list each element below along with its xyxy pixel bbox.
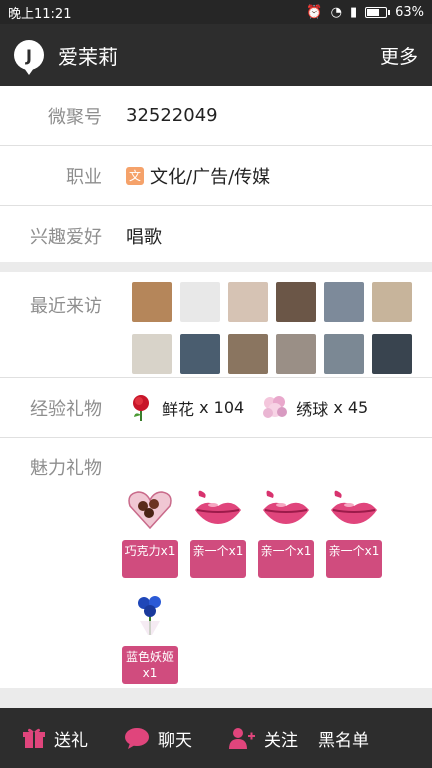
hobby-label: 兴趣爱好 (30, 227, 102, 248)
gift-rose: 鲜花 x 104 (126, 393, 244, 423)
id-value: 32522049 (126, 105, 218, 126)
visitor-avatar[interactable] (372, 282, 412, 322)
visitor-avatar[interactable] (180, 282, 220, 322)
charm-gift-item: 巧克力x1 (122, 484, 178, 578)
hobby-value: 唱歌 (126, 227, 162, 248)
hydrangea-icon (263, 395, 288, 418)
hobby-row: 兴趣爱好 唱歌 (0, 206, 432, 266)
more-button[interactable]: 更多 (380, 42, 418, 69)
job-row: 职业 文 文化/广告/传媒 (0, 146, 432, 206)
blacklist-label: 黑名单 (318, 730, 369, 751)
charm-gift-label: 亲一个x1 (326, 540, 382, 578)
hydrangea-count: x 45 (333, 398, 369, 417)
charm-gift-label: 巧克力x1 (122, 540, 178, 578)
charm-gifts-label: 魅力礼物 (30, 458, 102, 479)
page-title: 爱茉莉 (58, 44, 118, 69)
charm-gift-item: 亲一个x1 (190, 484, 246, 578)
rose-icon (133, 394, 149, 421)
status-bar: 晚上11:21 ⏰ ◔ ▮ 63% (0, 0, 432, 24)
charm-gifts-row: 魅力礼物 巧克力x1 亲一个x1 亲一个x1 亲一个x1 蓝色妖姬x1 (0, 438, 432, 684)
alarm-icon: ⏰ (306, 4, 323, 20)
chat-button[interactable]: 聊天 (124, 726, 192, 751)
hydrangea-name: 绣球 (296, 399, 329, 419)
send-gift-button[interactable]: 送礼 (22, 726, 88, 751)
blue-rose-icon (138, 596, 161, 635)
visitor-avatar[interactable] (324, 333, 364, 374)
charm-gift-label: 蓝色妖姬x1 (122, 646, 178, 684)
follow-label: 关注 (264, 730, 298, 751)
exp-gifts-label: 经验礼物 (30, 398, 102, 420)
visitor-avatar[interactable] (132, 282, 172, 322)
job-value-wrap: 文 文化/广告/传媒 (126, 163, 270, 189)
activity-card: 最近来访 经验礼物 鲜花 x 104 绣球 x 45 魅力礼物 巧克力x1 亲一… (0, 272, 432, 688)
rose-name: 鲜花 (162, 399, 195, 419)
visitor-avatar[interactable] (180, 333, 220, 374)
lips-icon (331, 490, 377, 524)
lips-icon (195, 490, 241, 524)
job-label: 职业 (66, 166, 102, 188)
gift-hydrangea: 绣球 x 45 (260, 393, 368, 423)
follow-button[interactable]: 关注 (228, 726, 298, 751)
wifi-icon: ◔ (330, 4, 342, 20)
visitor-thumbnails (132, 282, 412, 377)
charm-gift-item: 蓝色妖姬x1 (122, 590, 178, 684)
id-row: 微聚号 32522049 (0, 86, 432, 146)
send-gift-label: 送礼 (54, 730, 88, 751)
add-user-icon (229, 728, 255, 749)
visitor-avatar[interactable] (372, 333, 412, 374)
profile-card: 微聚号 32522049 职业 文 文化/广告/传媒 兴趣爱好 唱歌 (0, 86, 432, 262)
battery-icon (365, 6, 391, 18)
chocolate-icon (128, 491, 172, 530)
job-tag-icon: 文 (126, 166, 144, 185)
battery-percent: 63% (395, 4, 424, 20)
signal-icon: ▮ (349, 4, 358, 20)
bottom-action-bar: 送礼 聊天 关注 黑名单 (0, 708, 432, 768)
charm-gift-item: 亲一个x1 (326, 484, 382, 578)
blacklist-button[interactable]: 黑名单 (318, 726, 369, 751)
chat-bubble-icon (125, 728, 149, 749)
visitor-avatar[interactable] (324, 282, 364, 322)
title-bar: J 爱茉莉 更多 (0, 24, 432, 86)
charm-gift-item: 亲一个x1 (258, 484, 314, 578)
charm-gift-label: 亲一个x1 (190, 540, 246, 578)
status-time: 晚上11:21 (8, 6, 72, 22)
visits-label: 最近来访 (30, 296, 102, 317)
back-icon[interactable]: J (14, 40, 44, 75)
id-label: 微聚号 (48, 106, 102, 128)
charm-gift-label: 亲一个x1 (258, 540, 314, 578)
recent-visits-row: 最近来访 (0, 272, 432, 378)
visitor-avatar[interactable] (276, 282, 316, 322)
visitor-avatar[interactable] (276, 333, 316, 374)
chat-label: 聊天 (158, 730, 192, 751)
charm-gifts-grid: 巧克力x1 亲一个x1 亲一个x1 亲一个x1 蓝色妖姬x1 (122, 454, 382, 684)
visitor-avatar[interactable] (228, 282, 268, 322)
lips-icon (263, 490, 309, 524)
rose-count: x 104 (199, 398, 245, 417)
visitor-avatar[interactable] (132, 333, 172, 374)
visitor-avatar[interactable] (228, 333, 268, 374)
gift-icon (23, 728, 45, 748)
job-value: 文化/广告/传媒 (150, 166, 271, 188)
exp-gifts-row: 经验礼物 鲜花 x 104 绣球 x 45 (0, 378, 432, 438)
